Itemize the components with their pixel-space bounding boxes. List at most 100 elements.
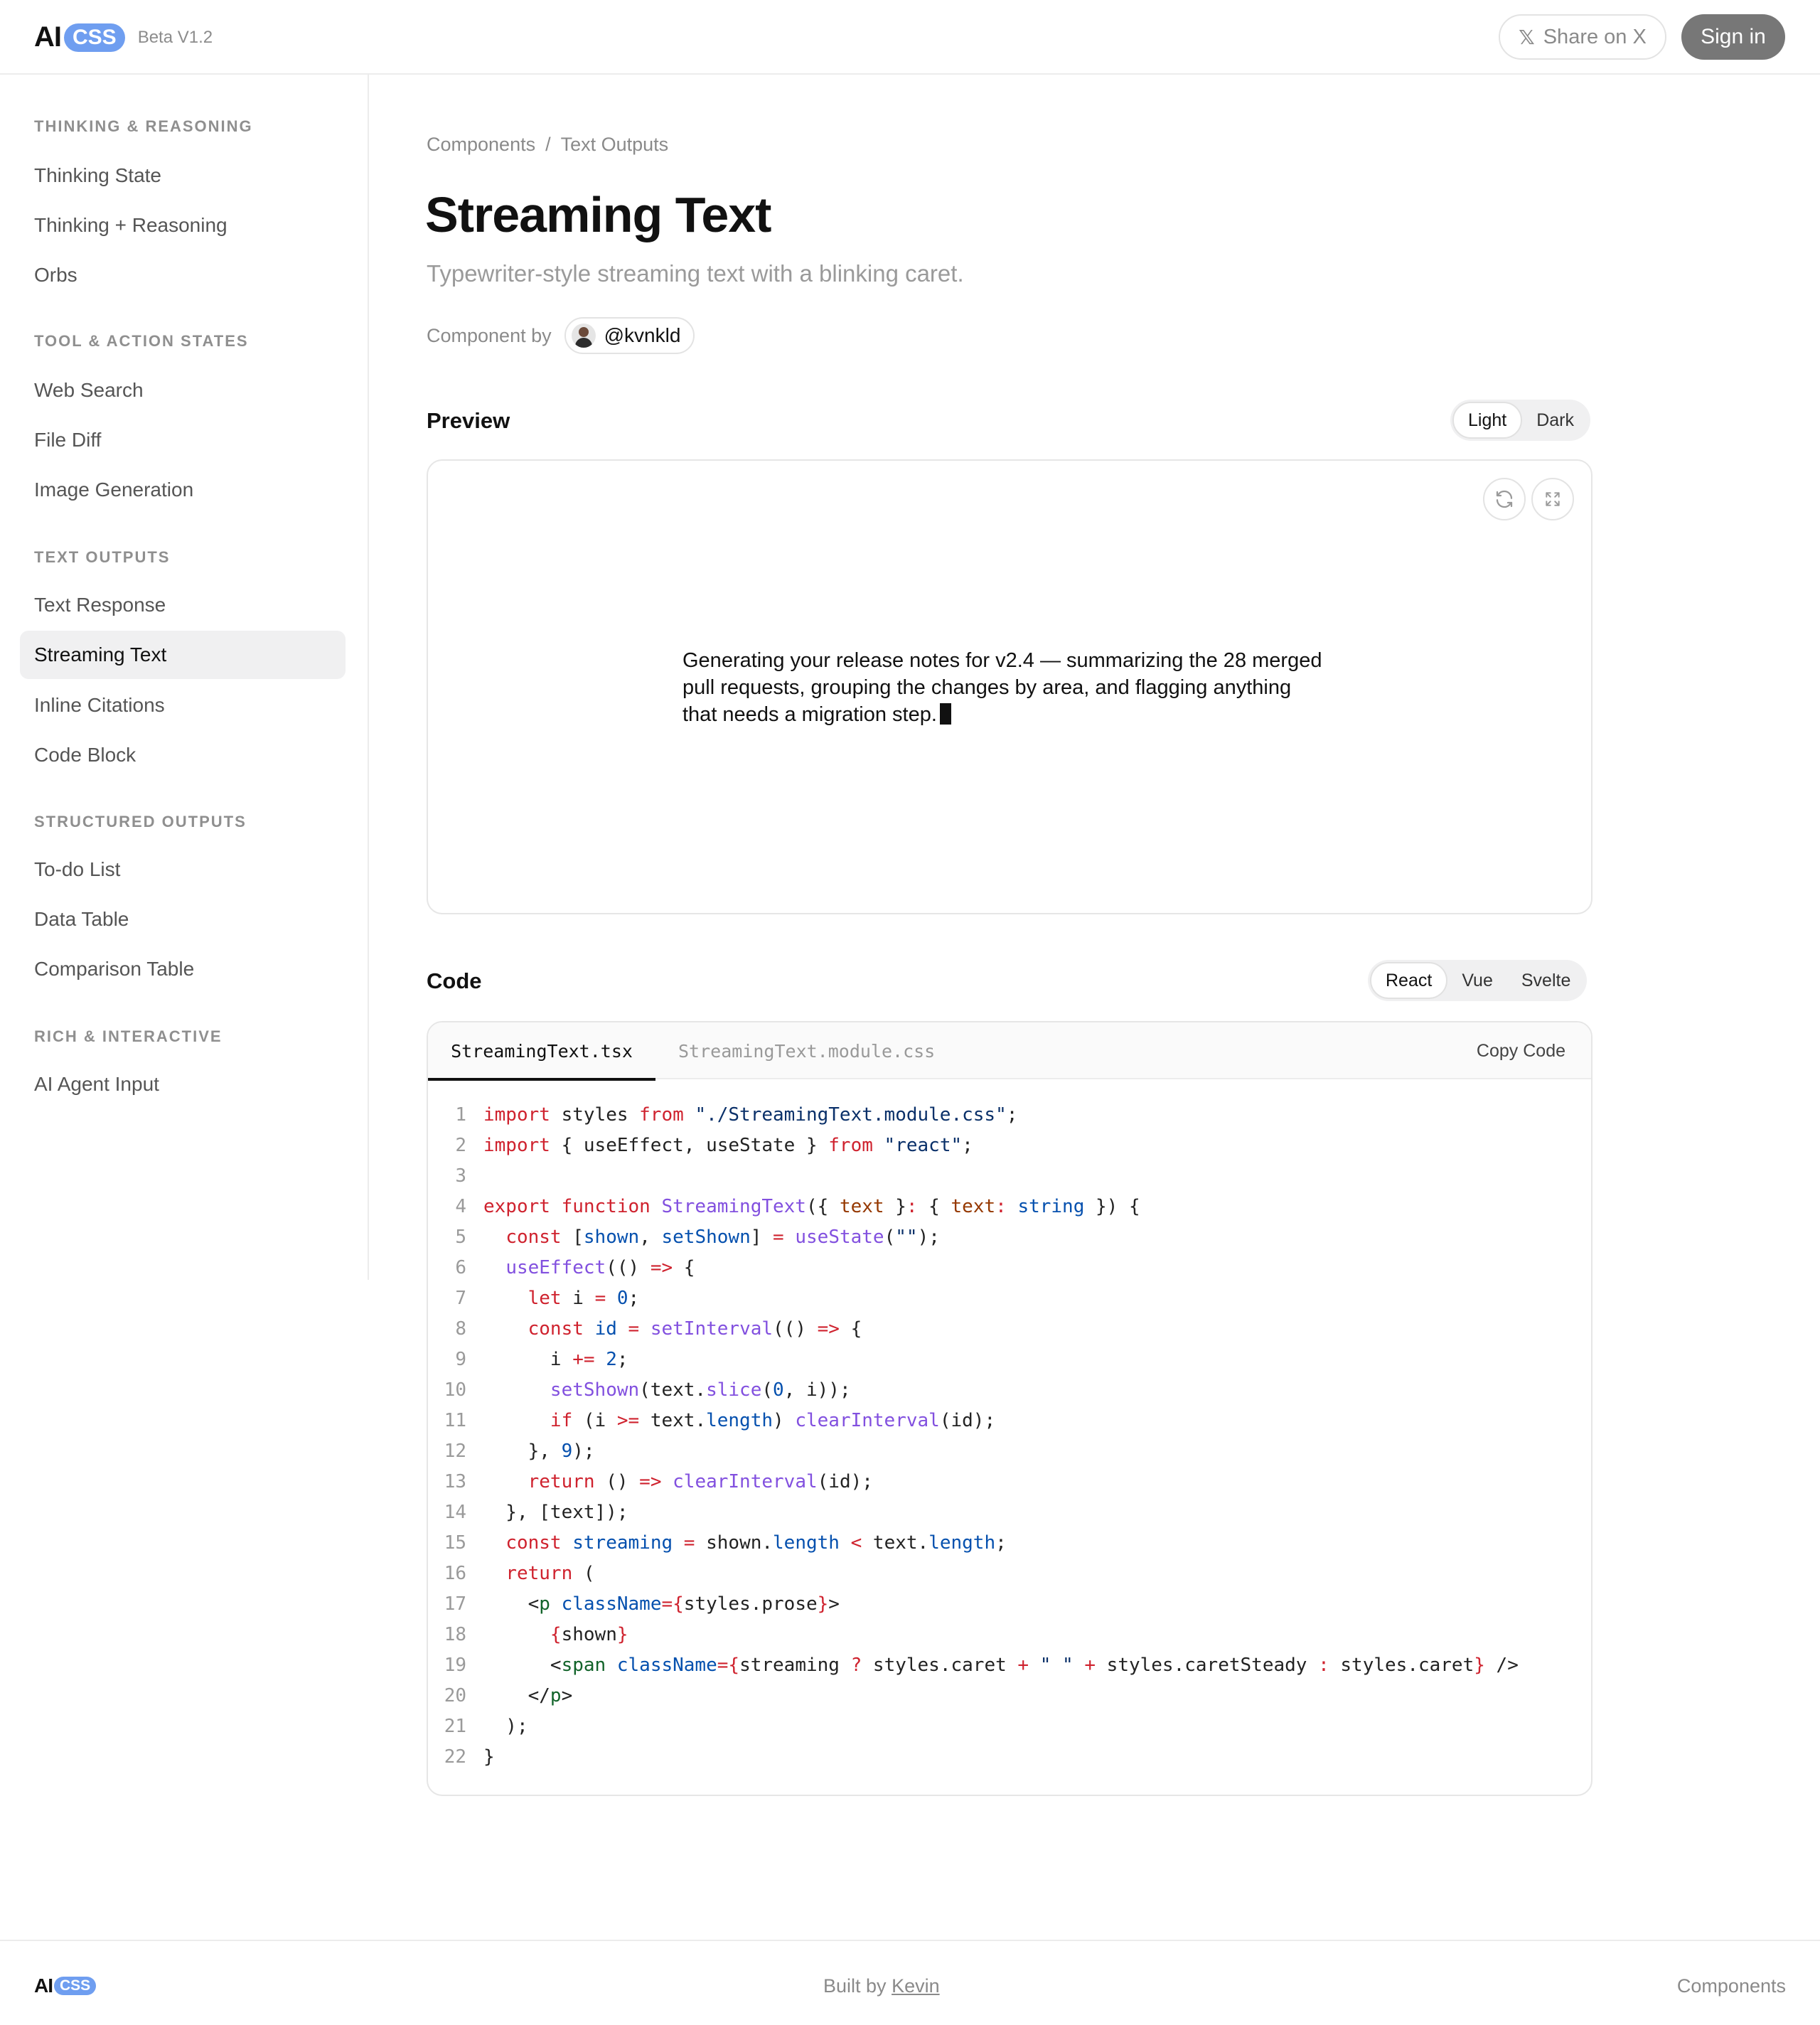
- code-line: 11 if (i >= text.length) clearInterval(i…: [428, 1405, 1591, 1436]
- code-line: 17 <p className={styles.prose}>: [428, 1588, 1591, 1619]
- code-line: 18 {shown}: [428, 1619, 1591, 1650]
- code-line: 7 let i = 0;: [428, 1283, 1591, 1313]
- sidebar-section-title: STRUCTURED OUTPUTS: [34, 813, 247, 830]
- code-text: <p className={styles.prose}>: [483, 1593, 840, 1615]
- tab-streamingtext-css[interactable]: StreamingText.module.css: [678, 1022, 935, 1079]
- preview-heading: Preview: [427, 408, 510, 433]
- streaming-text-content: Generating your release notes for v2.4 —…: [682, 649, 1322, 726]
- code-line: 4 export function StreamingText({ text }:…: [428, 1191, 1591, 1222]
- footer-author-link[interactable]: Kevin: [892, 1975, 940, 1997]
- sidebar-item-ai-agent-input[interactable]: AI Agent Input: [20, 1060, 346, 1108]
- site-logo[interactable]: AI CSS Beta V1.2: [34, 21, 213, 53]
- breadcrumb-components[interactable]: Components: [427, 134, 535, 155]
- framework-toggle: React Vue Svelte: [1368, 960, 1588, 1001]
- sidebar-item-data-table[interactable]: Data Table: [20, 895, 346, 944]
- line-number: 11: [444, 1409, 466, 1431]
- line-number: 16: [444, 1562, 466, 1584]
- footer-built-prefix: Built by: [823, 1975, 887, 1997]
- author-row: Component by @kvnkld: [427, 317, 695, 354]
- theme-dark-button[interactable]: Dark: [1522, 402, 1588, 439]
- code-line: 21 );: [428, 1711, 1591, 1741]
- code-text: import { useEffect, useState } from "rea…: [483, 1134, 973, 1156]
- code-listing: 1 import styles from "./StreamingText.mod…: [428, 1099, 1591, 1772]
- refresh-icon[interactable]: [1483, 478, 1526, 520]
- sidebar-item-orbs[interactable]: Orbs: [20, 251, 346, 299]
- sidebar-item-text-response[interactable]: Text Response: [20, 581, 346, 629]
- code-text: const id = setInterval(() => {: [528, 1318, 862, 1340]
- code-text: import styles from "./StreamingText.modu…: [483, 1104, 1018, 1126]
- sidebar-item-code-block[interactable]: Code Block: [20, 731, 346, 779]
- line-number: 10: [444, 1379, 466, 1401]
- line-number: 6: [455, 1256, 466, 1278]
- page-subtitle: Typewriter-style streaming text with a b…: [427, 260, 964, 287]
- code-text: }, 9);: [483, 1440, 595, 1462]
- line-number: 9: [455, 1348, 466, 1370]
- code-line: 14 }, [text]);: [428, 1497, 1591, 1527]
- line-number: 18: [444, 1623, 466, 1645]
- line-number: 2: [455, 1134, 466, 1156]
- footer-logo-ai-text: AI: [34, 1975, 53, 1997]
- code-panel: StreamingText.tsx StreamingText.module.c…: [427, 1021, 1592, 1796]
- framework-svelte-button[interactable]: Svelte: [1507, 962, 1585, 999]
- sidebar-item-comparison-table[interactable]: Comparison Table: [20, 945, 346, 993]
- framework-vue-button[interactable]: Vue: [1447, 962, 1507, 999]
- code-line: 9 i += 2;: [428, 1344, 1591, 1374]
- sidebar-item-streaming-text[interactable]: Streaming Text: [20, 631, 346, 679]
- sidebar-item-todo-list[interactable]: To-do List: [20, 845, 346, 894]
- code-line: 1 import styles from "./StreamingText.mod…: [428, 1099, 1591, 1130]
- top-header: AI CSS Beta V1.2 𝕏 Share on X Sign in: [0, 0, 1820, 75]
- sidebar-item-image-generation[interactable]: Image Generation: [20, 466, 346, 514]
- sidebar-item-thinking-state[interactable]: Thinking State: [20, 151, 346, 200]
- code-text: {shown}: [550, 1623, 628, 1645]
- code-text: }: [483, 1746, 495, 1768]
- breadcrumb-text-outputs[interactable]: Text Outputs: [561, 134, 669, 155]
- code-text: </p>: [483, 1684, 573, 1706]
- sidebar-item-thinking-reasoning[interactable]: Thinking + Reasoning: [20, 201, 346, 250]
- author-handle: @kvnkld: [604, 324, 681, 346]
- sidebar-item-inline-citations[interactable]: Inline Citations: [20, 681, 346, 730]
- expand-icon[interactable]: [1531, 478, 1574, 520]
- line-number: 19: [444, 1654, 466, 1676]
- code-text: );: [483, 1715, 528, 1737]
- line-number: 1: [455, 1104, 466, 1126]
- page-footer: AI CSS Built by Kevin Components: [0, 1940, 1820, 2025]
- framework-react-button[interactable]: React: [1370, 962, 1448, 999]
- code-line: 2 import { useEffect, useState } from "re…: [428, 1130, 1591, 1160]
- streaming-text-preview: Generating your release notes for v2.4 —…: [682, 647, 1322, 728]
- code-text: const [shown, setShown] = useState("");: [505, 1226, 940, 1248]
- sidebar-item-file-diff[interactable]: File Diff: [20, 416, 346, 464]
- footer-credit: Built by Kevin: [823, 1975, 940, 1997]
- preview-panel: Generating your release notes for v2.4 —…: [427, 459, 1592, 914]
- code-text: <span className={streaming ? styles.care…: [483, 1654, 1519, 1676]
- logo-ai-text: AI: [34, 21, 62, 53]
- theme-toggle: Light Dark: [1450, 400, 1591, 441]
- theme-light-button[interactable]: Light: [1452, 402, 1523, 439]
- sidebar-item-web-search[interactable]: Web Search: [20, 366, 346, 415]
- breadcrumb: Components / Text Outputs: [427, 134, 668, 156]
- logo-css-badge: CSS: [64, 23, 125, 52]
- footer-components-link[interactable]: Components: [1677, 1975, 1786, 1997]
- blinking-caret: [939, 703, 951, 725]
- breadcrumb-separator: /: [545, 134, 551, 155]
- sidebar-section-title: THINKING & REASONING: [34, 117, 253, 135]
- share-on-x-button[interactable]: 𝕏 Share on X: [1499, 14, 1666, 60]
- sidebar-section-title: TOOL & ACTION STATES: [34, 332, 249, 350]
- code-text: i += 2;: [483, 1348, 628, 1370]
- line-number: 3: [455, 1165, 466, 1187]
- line-number: 17: [444, 1593, 466, 1615]
- line-number: 8: [455, 1318, 466, 1340]
- code-line: 22}: [428, 1741, 1591, 1772]
- footer-logo[interactable]: AI CSS: [34, 1975, 97, 1997]
- tab-streamingtext-tsx[interactable]: StreamingText.tsx: [428, 1022, 655, 1081]
- page-title: Streaming Text: [425, 187, 771, 242]
- code-text: setShown(text.slice(0, i));: [550, 1379, 851, 1401]
- sidebar-section-title: TEXT OUTPUTS: [34, 548, 171, 566]
- code-text: let i = 0;: [528, 1287, 640, 1309]
- line-number: 22: [444, 1746, 466, 1768]
- author-chip[interactable]: @kvnkld: [564, 317, 695, 354]
- sign-in-button[interactable]: Sign in: [1681, 14, 1785, 60]
- code-line: 6 useEffect(() => {: [428, 1252, 1591, 1283]
- copy-code-button[interactable]: Copy Code: [1477, 1022, 1565, 1079]
- code-text: return () => clearInterval(id);: [528, 1470, 873, 1492]
